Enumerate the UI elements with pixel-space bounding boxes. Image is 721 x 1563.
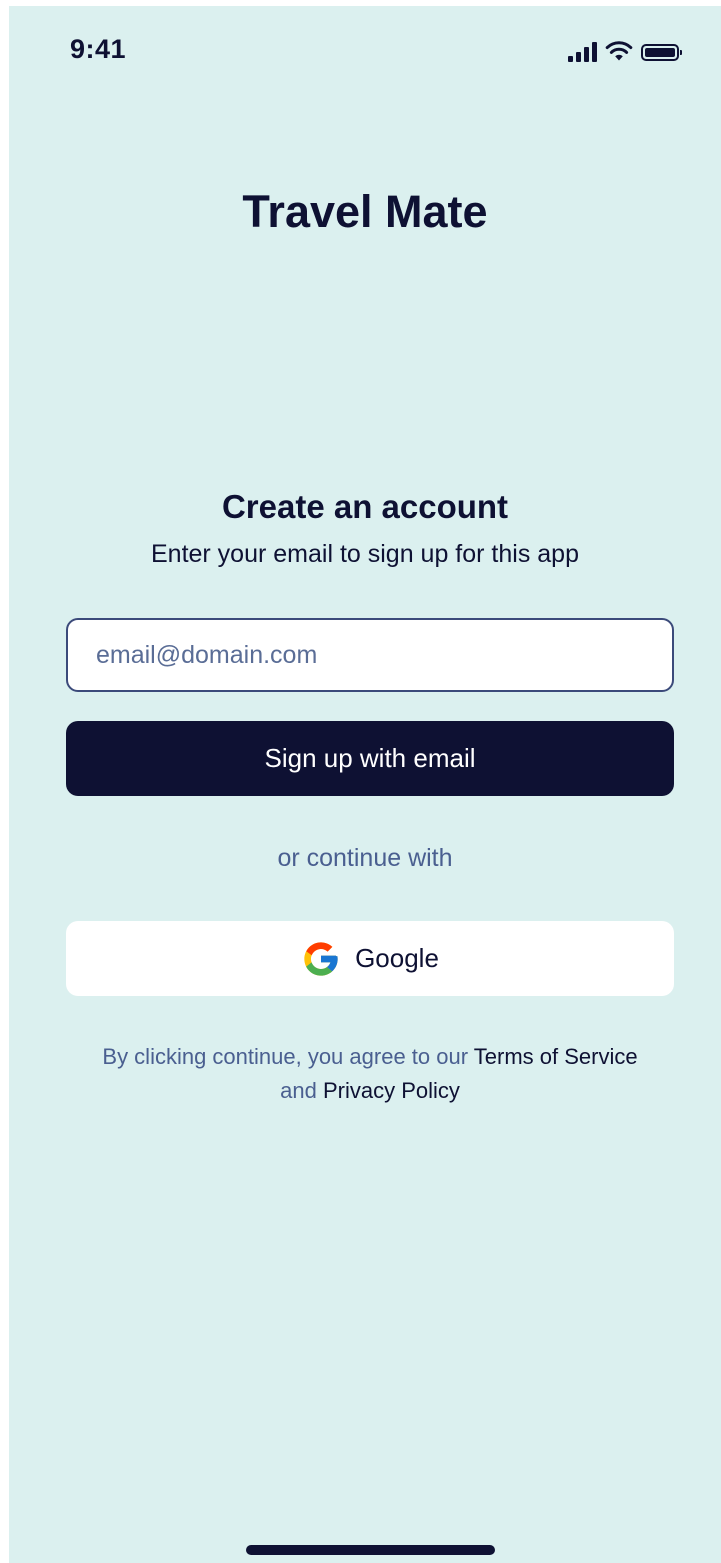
legal-prefix: By clicking continue, you agree to our: [102, 1044, 469, 1069]
battery-icon: [641, 44, 682, 61]
status-icons: [568, 38, 682, 62]
app-title: Travel Mate: [242, 186, 488, 237]
legal-notice: By clicking continue, you agree to our T…: [49, 1040, 691, 1108]
terms-of-service-link[interactable]: Terms of Service: [474, 1044, 638, 1069]
signup-screen: 9:41 Travel Mate Create an account Enter…: [9, 6, 721, 1563]
legal-conjunction: and: [280, 1078, 317, 1103]
privacy-policy-link[interactable]: Privacy Policy: [323, 1078, 460, 1103]
continue-with-divider: or continue with: [277, 844, 453, 872]
google-button-label: Google: [355, 943, 439, 973]
signup-subtitle: Enter your email to sign up for this app: [150, 540, 579, 568]
status-time: 9:41: [70, 34, 127, 64]
google-sign-in-button[interactable]: Google: [66, 921, 674, 996]
signup-title: Create an account: [221, 488, 509, 525]
status-bar: 9:41: [9, 6, 721, 96]
wifi-icon: [605, 41, 633, 61]
cellular-signal-icon: [568, 42, 597, 62]
sign-up-with-email-button[interactable]: Sign up with email: [66, 721, 674, 796]
email-input[interactable]: [66, 618, 674, 692]
home-indicator[interactable]: [246, 1545, 495, 1555]
google-logo-icon: [304, 941, 338, 976]
